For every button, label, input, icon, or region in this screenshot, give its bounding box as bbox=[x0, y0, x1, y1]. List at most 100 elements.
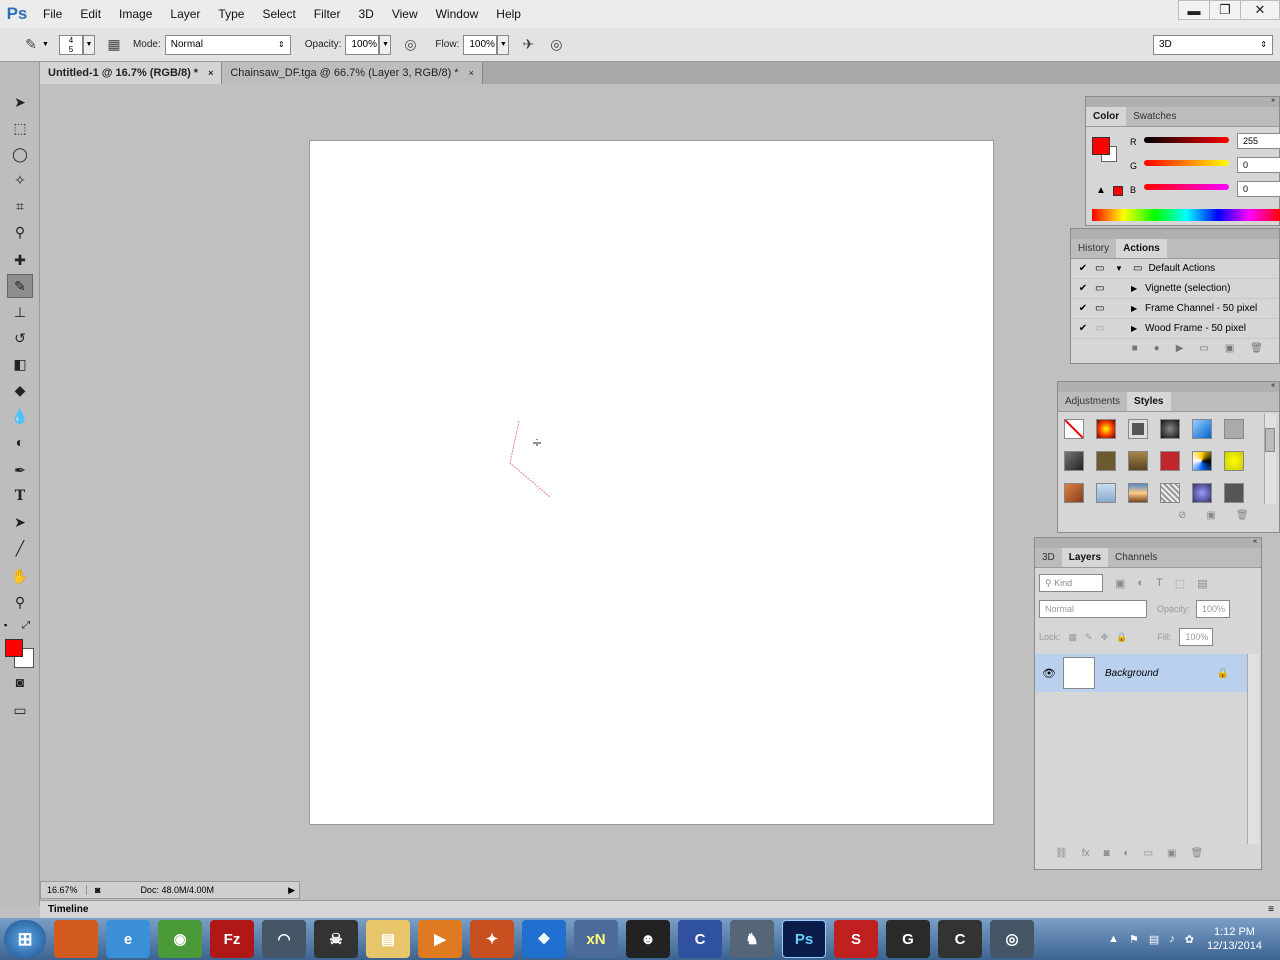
b-value-field[interactable]: 0 bbox=[1237, 181, 1280, 197]
healing-brush-tool-icon[interactable]: ✚ bbox=[7, 248, 33, 272]
close-tab-icon[interactable]: × bbox=[208, 68, 213, 78]
taskbar-explorer-icon[interactable]: ▤ bbox=[366, 920, 410, 958]
quick-select-tool-icon[interactable]: ✧ bbox=[7, 168, 33, 192]
style-swatch[interactable] bbox=[1064, 483, 1084, 503]
menu-view[interactable]: View bbox=[383, 0, 427, 28]
pressure-size-icon[interactable]: ◎ bbox=[545, 34, 567, 56]
lock-pixels-icon[interactable]: ✎ bbox=[1085, 632, 1093, 643]
taskbar-app-icon[interactable]: G bbox=[886, 920, 930, 958]
foreground-color-swatch[interactable] bbox=[5, 639, 23, 657]
taskbar-app-icon[interactable]: ☻ bbox=[626, 920, 670, 958]
airbrush-icon[interactable]: ✈ bbox=[517, 34, 539, 56]
blend-mode-select[interactable]: Normal bbox=[1039, 600, 1147, 618]
new-set-icon[interactable]: ▭ bbox=[1199, 343, 1208, 354]
tab-actions[interactable]: Actions bbox=[1116, 239, 1167, 258]
panel-collapse-icon[interactable]: « bbox=[1058, 382, 1279, 392]
style-swatch[interactable] bbox=[1128, 419, 1148, 439]
g-value-field[interactable]: 0 bbox=[1237, 157, 1280, 173]
pressure-opacity-icon[interactable]: ◎ bbox=[399, 34, 421, 56]
flow-field[interactable]: 100% bbox=[463, 34, 498, 55]
default-colors-icon[interactable]: ▪ bbox=[4, 620, 7, 630]
taskbar-ie-icon[interactable]: e bbox=[106, 920, 150, 958]
action-row[interactable]: ✔ ▭ ▶ Wood Frame - 50 pixel bbox=[1071, 319, 1279, 339]
expand-arrow-icon[interactable]: ▶ bbox=[1131, 324, 1145, 333]
tray-app-icon[interactable]: ✿ bbox=[1185, 933, 1194, 946]
crop-tool-icon[interactable]: ⌗ bbox=[7, 194, 33, 218]
opacity-dropdown-arrow[interactable]: ▼ bbox=[379, 34, 392, 55]
dialog-toggle-icon[interactable]: ▭ bbox=[1095, 263, 1115, 274]
layer-lock-icon[interactable]: 🔒 bbox=[1217, 668, 1229, 679]
taskbar-app-icon[interactable]: ◠ bbox=[262, 920, 306, 958]
check-icon[interactable]: ✔ bbox=[1071, 283, 1095, 294]
timeline-label[interactable]: Timeline bbox=[48, 904, 88, 915]
dodge-tool-icon[interactable]: ◐ bbox=[7, 430, 33, 454]
action-row[interactable]: ✔ ▭ ▶ Frame Channel - 50 pixel bbox=[1071, 299, 1279, 319]
dialog-toggle-icon[interactable]: ▭ bbox=[1095, 283, 1131, 294]
style-swatch[interactable] bbox=[1160, 483, 1180, 503]
delete-layer-icon[interactable]: 🗑 bbox=[1190, 848, 1203, 859]
lock-position-icon[interactable]: ✥ bbox=[1101, 632, 1109, 643]
adjustment-layer-icon[interactable]: ◐ bbox=[1124, 848, 1130, 859]
link-layers-icon[interactable]: ⛓ bbox=[1055, 848, 1068, 859]
tab-chainsaw[interactable]: Chainsaw_DF.tga @ 66.7% (Layer 3, RGB/8)… bbox=[222, 62, 483, 84]
visibility-eye-icon[interactable]: 👁 bbox=[1035, 667, 1063, 680]
tab-history[interactable]: History bbox=[1071, 239, 1116, 258]
document-canvas[interactable] bbox=[310, 141, 993, 824]
dialog-toggle-icon[interactable]: ▭ bbox=[1095, 323, 1131, 334]
filter-pixel-icon[interactable]: ▣ bbox=[1115, 577, 1125, 590]
opacity-field[interactable]: 100% bbox=[345, 34, 380, 55]
kind-filter-select[interactable]: ⚲ Kind bbox=[1039, 574, 1103, 592]
minimize-button[interactable]: ▬ bbox=[1178, 0, 1210, 20]
eyedropper-tool-icon[interactable]: ⚲ bbox=[7, 220, 33, 244]
status-camera-icon[interactable]: ◙ bbox=[95, 885, 100, 895]
r-value-field[interactable]: 255 bbox=[1237, 133, 1280, 149]
taskbar-dropbox-icon[interactable]: ❖ bbox=[522, 920, 566, 958]
tray-volume-icon[interactable]: ♪ bbox=[1169, 933, 1175, 945]
close-window-button[interactable]: ✕ bbox=[1240, 0, 1280, 20]
tab-adjustments[interactable]: Adjustments bbox=[1058, 392, 1127, 411]
g-slider[interactable] bbox=[1144, 160, 1229, 166]
taskbar-xnview-icon[interactable]: xN bbox=[574, 920, 618, 958]
hand-tool-icon[interactable]: ✋ bbox=[7, 564, 33, 588]
scrollbar-thumb[interactable] bbox=[1265, 428, 1275, 452]
style-swatch[interactable] bbox=[1160, 451, 1180, 471]
expand-arrow-icon[interactable]: ▼ bbox=[1115, 264, 1127, 273]
swap-colors-icon[interactable]: ⤢ bbox=[22, 620, 30, 631]
fill-field[interactable]: 100% bbox=[1179, 628, 1214, 646]
status-menu-arrow-icon[interactable]: ▶ bbox=[288, 885, 295, 896]
filter-smart-icon[interactable]: ▤ bbox=[1197, 577, 1207, 590]
style-swatch[interactable] bbox=[1224, 483, 1244, 503]
lock-all-icon[interactable]: 🔒 bbox=[1116, 632, 1127, 643]
style-swatch[interactable] bbox=[1192, 451, 1212, 471]
type-tool-icon[interactable]: T bbox=[7, 484, 33, 508]
action-row[interactable]: ✔ ▭ ▶ Vignette (selection) bbox=[1071, 279, 1279, 299]
check-icon[interactable]: ✔ bbox=[1071, 263, 1095, 274]
style-swatch[interactable] bbox=[1224, 451, 1244, 471]
expand-arrow-icon[interactable]: ▶ bbox=[1131, 284, 1145, 293]
dialog-toggle-icon[interactable]: ▭ bbox=[1095, 303, 1131, 314]
menu-help[interactable]: Help bbox=[487, 0, 530, 28]
panel-collapse-icon[interactable]: » bbox=[1086, 97, 1279, 107]
pen-tool-icon[interactable]: ✒ bbox=[7, 458, 33, 482]
menu-edit[interactable]: Edit bbox=[71, 0, 110, 28]
menu-window[interactable]: Window bbox=[427, 0, 488, 28]
new-group-icon[interactable]: ▭ bbox=[1144, 848, 1153, 859]
flow-dropdown-arrow[interactable]: ▼ bbox=[497, 34, 510, 55]
layers-scrollbar[interactable] bbox=[1247, 654, 1259, 844]
taskbar-app-icon[interactable]: ◎ bbox=[990, 920, 1034, 958]
taskbar-firefox-icon[interactable] bbox=[54, 920, 98, 958]
blur-tool-icon[interactable]: 💧 bbox=[7, 404, 33, 428]
add-mask-icon[interactable]: ◙ bbox=[1103, 848, 1109, 859]
history-brush-tool-icon[interactable]: ↺ bbox=[7, 326, 33, 350]
taskbar-photoshop-icon[interactable]: Ps bbox=[782, 920, 826, 958]
taskbar-app-icon[interactable]: S bbox=[834, 920, 878, 958]
tab-color[interactable]: Color bbox=[1086, 107, 1127, 126]
expand-arrow-icon[interactable]: ▶ bbox=[1131, 304, 1145, 313]
brush-tool-icon[interactable]: ✎ bbox=[7, 274, 33, 298]
style-swatch[interactable] bbox=[1064, 451, 1084, 471]
stop-icon[interactable]: ■ bbox=[1132, 343, 1138, 354]
brush-tool-icon[interactable]: ✎ bbox=[20, 34, 42, 56]
zoom-level[interactable]: 16.67% bbox=[41, 885, 87, 895]
check-icon[interactable]: ✔ bbox=[1071, 323, 1095, 334]
tray-clock[interactable]: 1:12 PM 12/13/2014 bbox=[1207, 925, 1262, 953]
